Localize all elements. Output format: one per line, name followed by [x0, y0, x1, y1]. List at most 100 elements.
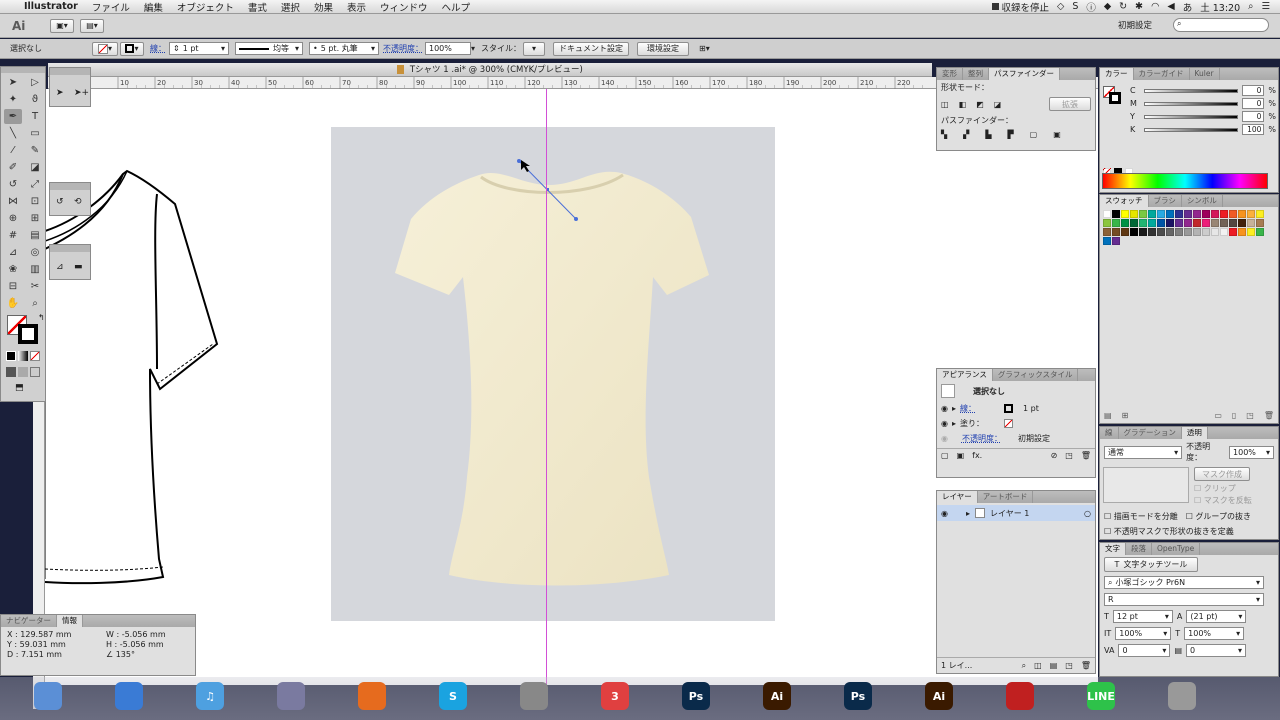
eyedropper-tool-icon[interactable]: ⊿	[4, 245, 22, 260]
slice-tool-icon[interactable]: ✂	[26, 279, 44, 294]
menu-file[interactable]: ファイル	[85, 0, 137, 14]
color-swatch[interactable]	[1148, 219, 1156, 227]
preferences-button[interactable]: 環境設定	[637, 41, 690, 56]
color-swatch[interactable]	[1139, 210, 1147, 218]
appearance-fill-row[interactable]: ◉ ▸ 塗り：	[937, 416, 1095, 431]
new-swatch-icon[interactable]: ◳	[1246, 411, 1254, 420]
rectangle-tool-icon[interactable]: ▭	[26, 126, 44, 141]
black-slider[interactable]	[1144, 127, 1239, 132]
invert-mask-checkbox[interactable]: ☐ マスクを反転	[1194, 495, 1252, 506]
color-swatch[interactable]	[1166, 219, 1174, 227]
swatch-options-icon[interactable]: ▭	[1214, 411, 1222, 420]
gradient-mode-icon[interactable]	[18, 351, 28, 361]
menu-help[interactable]: ヘルプ	[434, 0, 477, 14]
delete-swatch-icon[interactable]: 🗑	[1264, 411, 1274, 420]
divide-icon[interactable]: ▚	[941, 130, 947, 139]
color-mode-icon[interactable]	[6, 351, 16, 361]
swatch-kind-icon[interactable]: ⊞	[1122, 411, 1129, 420]
dock-illustrator2-icon[interactable]: Ai	[925, 682, 953, 710]
color-swatch[interactable]	[1238, 228, 1246, 236]
dock-mail-icon[interactable]	[277, 682, 305, 710]
visibility-eye-icon[interactable]: ◉	[941, 434, 948, 443]
document-tab[interactable]: Tシャツ 1 .ai* @ 300% (CMYK/プレビュー)	[48, 63, 932, 77]
opacity-field[interactable]: 100% ▾	[1229, 445, 1274, 459]
color-swatch[interactable]	[1139, 219, 1147, 227]
color-swatch[interactable]	[1229, 210, 1237, 218]
dock-home-icon[interactable]	[520, 682, 548, 710]
font-size-field[interactable]: 12 pt ▾	[1112, 610, 1173, 623]
eraser-tool-icon[interactable]: ◪	[26, 160, 44, 175]
direction-handle[interactable]	[574, 217, 578, 221]
leading-field[interactable]: (21 pt) ▾	[1186, 610, 1247, 623]
locate-object-icon[interactable]: ⌕	[1022, 661, 1026, 671]
tab-transparency[interactable]: 透明	[1181, 427, 1208, 439]
visibility-eye-icon[interactable]: ◉	[941, 404, 948, 413]
dock-safari-icon[interactable]	[115, 682, 143, 710]
chevron-down-icon[interactable]: ▾	[471, 44, 475, 53]
info-icon[interactable]: ⓘ	[1086, 0, 1096, 14]
stepper-icon[interactable]: ⇕	[173, 44, 180, 53]
volume-icon[interactable]: ◀	[1167, 1, 1174, 12]
appearance-stroke-row[interactable]: ◉ ▸ 線： 1 pt	[937, 401, 1095, 416]
perspective-grid-tool-icon[interactable]: ⊞	[26, 211, 44, 226]
tab-paragraph[interactable]: 段落	[1126, 543, 1152, 555]
disclosure-triangle-icon[interactable]: ▸	[952, 419, 956, 428]
chevron-down-icon[interactable]: ▾	[221, 44, 225, 53]
evernote-icon[interactable]: ◆	[1104, 1, 1111, 12]
font-family-select[interactable]: ⌕ 小塚ゴシック Pr6N ▾	[1104, 576, 1264, 589]
color-swatch[interactable]	[1166, 210, 1174, 218]
color-swatch[interactable]	[1103, 228, 1111, 236]
tab-symbols[interactable]: シンボル	[1182, 195, 1223, 207]
color-swatch[interactable]	[1121, 228, 1129, 236]
workspace-switcher[interactable]: 初期設定	[1118, 19, 1152, 31]
opacity-label[interactable]: 不透明度：	[383, 43, 423, 54]
vertical-guide[interactable]	[546, 89, 547, 689]
color-swatch[interactable]	[1112, 228, 1120, 236]
column-graph-tool-icon[interactable]: ▥	[26, 262, 44, 277]
direct-select-flyout-icon[interactable]: ➤	[56, 88, 64, 98]
tab-stroke[interactable]: 線	[1100, 427, 1119, 439]
stroke-indicator[interactable]	[1109, 92, 1121, 104]
stroke-label[interactable]: 線：	[150, 43, 166, 54]
merge-icon[interactable]: ▙	[985, 130, 991, 139]
color-swatch[interactable]	[1184, 228, 1192, 236]
color-swatch[interactable]	[1175, 219, 1183, 227]
color-swatch[interactable]	[1256, 210, 1264, 218]
dock-finder-icon[interactable]	[34, 682, 62, 710]
color-swatch[interactable]	[1148, 210, 1156, 218]
paintbrush-tool-icon[interactable]: ⁄	[4, 143, 22, 158]
color-swatch[interactable]	[1229, 228, 1237, 236]
isolate-blending-checkbox[interactable]: ☐ 描画モードを分離	[1104, 511, 1178, 522]
color-swatch[interactable]	[1193, 219, 1201, 227]
color-swatch[interactable]	[1112, 237, 1120, 245]
horizontal-scale-field[interactable]: 100% ▾	[1184, 627, 1245, 640]
color-swatch[interactable]	[1121, 210, 1129, 218]
variable-width-profile[interactable]: 均等 ▾	[235, 42, 303, 55]
rotate-tool-icon[interactable]: ↺	[4, 177, 22, 192]
cyan-slider[interactable]	[1144, 88, 1239, 93]
zoom-tool-icon[interactable]: ⌕	[26, 296, 44, 311]
layer-row[interactable]: ◉ ▸ レイヤー 1 ○	[937, 505, 1095, 521]
width-tool-icon[interactable]: ⋈	[4, 194, 22, 209]
color-swatch[interactable]	[1220, 228, 1228, 236]
arrange-documents-button[interactable]: ▤▾	[80, 18, 104, 33]
menu-effect[interactable]: 効果	[307, 0, 340, 14]
dropbox-icon[interactable]: ◇	[1057, 1, 1064, 12]
tab-swatches[interactable]: スウォッチ	[1100, 195, 1149, 207]
dock-itunes-icon[interactable]: ♫	[196, 682, 224, 710]
pencil-tool-icon[interactable]: ✎	[26, 143, 44, 158]
tab-brushes[interactable]: ブラシ	[1149, 195, 1182, 207]
dock-photoshop-icon[interactable]: Ps	[682, 682, 710, 710]
draw-normal-icon[interactable]	[6, 367, 16, 377]
expand-button[interactable]: 拡張	[1049, 97, 1091, 111]
touch-type-tool-button[interactable]: T 文字タッチツール	[1104, 557, 1198, 572]
color-swatch[interactable]	[1184, 210, 1192, 218]
color-swatch[interactable]	[1238, 210, 1246, 218]
rotate-flyout-icon[interactable]: ↺	[56, 197, 64, 207]
color-swatch[interactable]	[1247, 228, 1255, 236]
add-stroke-icon[interactable]: ▢	[941, 451, 949, 460]
color-swatch[interactable]	[1112, 210, 1120, 218]
cyan-value[interactable]: 0	[1242, 85, 1265, 96]
stroke-swatch[interactable]	[18, 324, 38, 344]
line-tool-icon[interactable]: ╲	[4, 126, 22, 141]
